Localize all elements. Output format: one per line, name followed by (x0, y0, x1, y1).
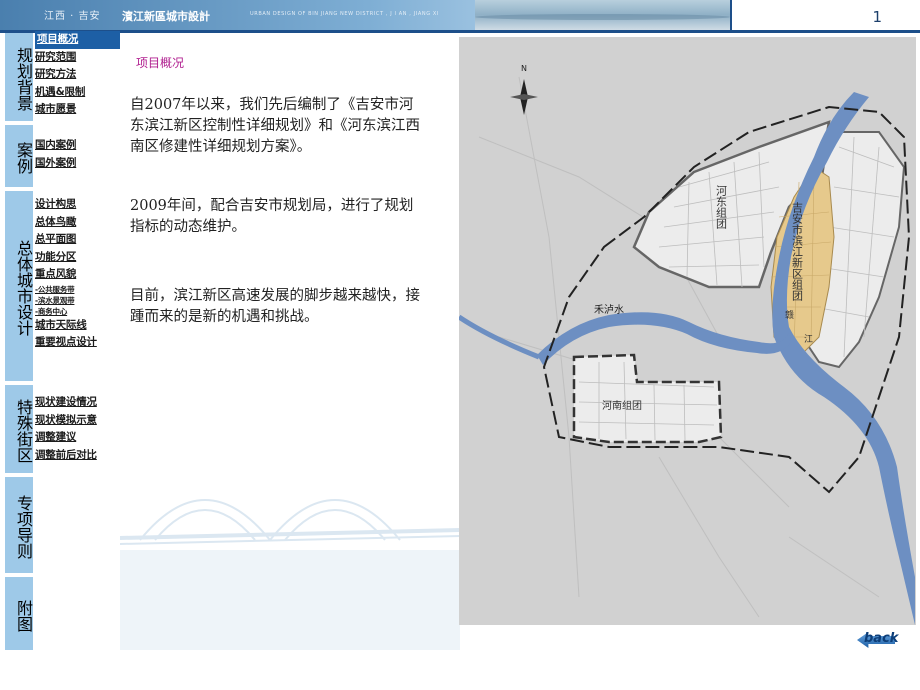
nav-item-research-scope[interactable]: 研究范围 (35, 49, 120, 67)
henan-district-shape (572, 353, 723, 444)
nav-item-master-plan[interactable]: 总平面图 (35, 231, 120, 249)
nav-category-guidelines[interactable]: 专项导则 (5, 477, 33, 573)
nav-item-opportunity-limits[interactable]: 机遇&限制 (35, 84, 120, 102)
project-title: 濱江新區城市設計 (122, 10, 210, 23)
nav-subitems-overall-design: 设计构思 总体鸟瞰 总平面图 功能分区 重点风貌 -公共服务带 -滨水景观带 -… (35, 196, 120, 352)
nav-item-skyline[interactable]: 城市天际线 (35, 317, 120, 335)
page-number-box: 1 (730, 0, 920, 30)
label-gan-2: 江 (804, 334, 813, 345)
nav-category-label: 总体城市设计 (14, 240, 33, 336)
bridge-illustration (120, 499, 460, 650)
nav-item-before-after[interactable]: 调整前后对比 (35, 447, 120, 465)
nav-category-overall-design[interactable]: 总体城市设计 (5, 191, 33, 381)
nav-subitems-cases: 国内案例 国外案例 (35, 137, 120, 172)
nav-item-foreign-cases[interactable]: 国外案例 (35, 155, 120, 173)
label-henan: 河南组团 (602, 399, 642, 412)
nav-item-viewpoint-design[interactable]: 重要视点设计 (35, 334, 120, 352)
section-title: 项目概况 (136, 56, 185, 70)
header-photo (475, 0, 730, 30)
back-button[interactable]: back (857, 628, 899, 650)
nav-category-background[interactable]: 规划背景 (5, 33, 33, 121)
nav-category-label: 专项导则 (14, 495, 33, 559)
nav-item-key-character[interactable]: 重点风貌 (35, 266, 120, 284)
nav-item-functional-zoning[interactable]: 功能分区 (35, 249, 120, 267)
nav-subitems-background: 项目概况 研究范围 研究方法 机遇&限制 城市愿景 (35, 31, 120, 119)
nav-item-waterfront-belt[interactable]: -滨水景观带 (35, 295, 120, 306)
nav-item-current-simulation[interactable]: 现状模拟示意 (35, 412, 120, 430)
paragraph-2009: 2009年间，配合吉安市规划局，进行了规划指标的动态维护。 (130, 198, 414, 235)
back-label: back (864, 631, 899, 646)
north-label: N (521, 64, 527, 73)
nav-item-city-vision[interactable]: 城市愿景 (35, 101, 120, 119)
map-drawing: N 河东组团 吉安市滨江新区组团 河南组团 禾泸水 赣 江 (459, 64, 915, 625)
paragraph-history: 自2007年以来，我们先后编制了《吉安市河东滨江新区控制性详细规划》和《河东滨江… (130, 97, 420, 155)
north-arrow-icon (510, 79, 538, 115)
page-number: 1 (872, 8, 882, 26)
nav-item-project-overview[interactable]: 项目概况 (35, 31, 120, 49)
nav-item-current-construction[interactable]: 现状建设情况 (35, 394, 120, 412)
nav-item-adjustment-suggestion[interactable]: 调整建议 (35, 429, 120, 447)
nav-item-aerial-view[interactable]: 总体鸟瞰 (35, 214, 120, 232)
nav-category-appendix[interactable]: 附图 (5, 577, 33, 650)
nav-item-research-method[interactable]: 研究方法 (35, 66, 120, 84)
nav-item-domestic-cases[interactable]: 国内案例 (35, 137, 120, 155)
nav-item-business-center[interactable]: -商务中心 (35, 306, 120, 317)
nav-category-label: 特殊街区 (14, 399, 33, 463)
nav-category-special-districts[interactable]: 特殊街区 (5, 385, 33, 473)
label-binjiang: 吉安市滨江新区组团 (791, 202, 804, 302)
nav-category-cases[interactable]: 案例 (5, 125, 33, 187)
nav-category-label: 案例 (14, 142, 33, 174)
english-title: URBAN DESIGN OF BIN JIANG NEW DISTRICT ,… (250, 11, 439, 17)
nav-subitems-special: 现状建设情况 现状模拟示意 调整建议 调整前后对比 (35, 394, 120, 464)
label-hedong: 河东组团 (715, 185, 728, 230)
label-heluo-river: 禾泸水 (594, 304, 624, 316)
nav-categories: 规划背景 案例 总体城市设计 特殊街区 专项导则 附图 (5, 33, 33, 650)
header-logo: 江西 · 吉安 (44, 11, 101, 22)
nav-item-design-concept[interactable]: 设计构思 (35, 196, 120, 214)
label-gan-1: 赣 (785, 309, 794, 321)
nav-category-label: 附图 (14, 599, 33, 632)
nav-category-label: 规划背景 (14, 47, 33, 111)
nav-item-public-service-belt[interactable]: -公共服务带 (35, 284, 120, 295)
header-divider (0, 30, 920, 33)
district-map: N 河东组团 吉安市滨江新区组团 河南组团 禾泸水 赣 江 (459, 37, 916, 625)
paragraph-current: 目前，滨江新区高速发展的脚步越来越快，接踵而来的是新的机遇和挑战。 (130, 288, 420, 325)
